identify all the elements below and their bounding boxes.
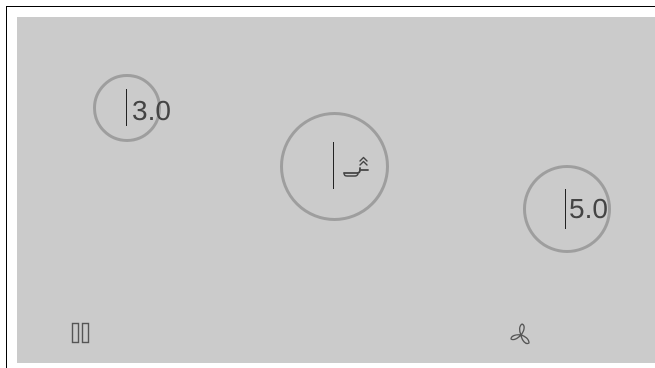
zone-cursor-right — [565, 189, 566, 229]
zone-value-left: 3.0 — [132, 95, 171, 126]
cooking-zone-left[interactable]: 3.0 — [93, 74, 171, 142]
zone-cursor-left — [126, 89, 127, 126]
zone-cursor-center — [333, 142, 334, 189]
fan-icon[interactable] — [508, 322, 534, 348]
cooking-zone-right[interactable]: 5.0 — [523, 165, 611, 253]
zone-value-right: 5.0 — [569, 193, 608, 224]
cooking-zone-center[interactable] — [280, 112, 389, 221]
cooktop-panel: 3.0 5.0 — [17, 17, 655, 363]
pause-icon[interactable] — [71, 322, 91, 346]
boost-pan-icon — [343, 156, 369, 177]
cooktop-display: 3.0 5.0 — [6, 6, 655, 368]
